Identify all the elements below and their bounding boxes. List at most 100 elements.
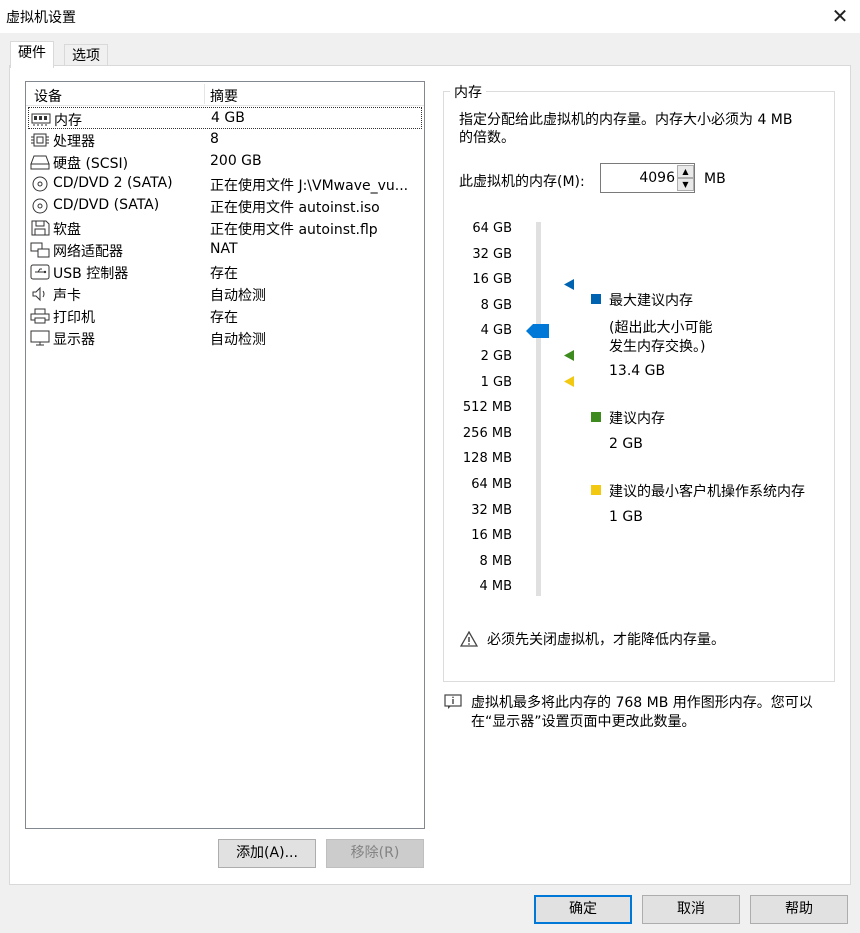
memory-scale-label: 4 GB xyxy=(480,323,512,339)
max-recommended-swatch xyxy=(591,294,601,304)
device-list-header: 设备 摘要 xyxy=(26,82,424,106)
title-bar: 虚拟机设置 ✕ xyxy=(0,0,860,33)
device-name: USB 控制器 xyxy=(53,266,129,282)
device-summary: 4 GB xyxy=(211,110,245,126)
min-guest-marker-icon xyxy=(564,376,574,387)
max-recommended-note-line1: (超出此大小可能 xyxy=(609,320,713,336)
device-summary: 正在使用文件 J:\VMwave_vu... xyxy=(210,178,409,194)
device-summary: 存在 xyxy=(210,266,238,282)
device-row[interactable]: 网络适配器 NAT xyxy=(28,239,422,261)
memory-field-label: 此虚拟机的内存(M): xyxy=(459,174,585,190)
recommended-title: 建议内存 xyxy=(609,411,665,427)
device-name: 处理器 xyxy=(53,134,95,150)
cd-dvd-icon xyxy=(32,198,48,214)
floppy-icon xyxy=(31,220,50,236)
device-summary: 自动检测 xyxy=(210,332,266,348)
warning-icon xyxy=(460,631,478,647)
memory-icon xyxy=(31,113,51,126)
memory-group-label: 内存 xyxy=(450,82,486,102)
memory-description-line2: 的倍数。 xyxy=(459,130,515,146)
memory-scale-label: 2 GB xyxy=(480,349,512,364)
column-divider[interactable] xyxy=(204,84,205,104)
device-row[interactable]: 软盘 正在使用文件 autoinst.flp xyxy=(28,217,422,239)
device-summary: 正在使用文件 autoinst.iso xyxy=(210,200,380,216)
memory-description-line1: 指定分配给此虚拟机的内存量。内存大小必须为 4 MB xyxy=(459,112,793,128)
device-row[interactable]: 内存 4 GB xyxy=(28,107,422,129)
memory-scale-label: 64 GB xyxy=(472,221,512,236)
graphics-memory-info-line1: 虚拟机最多将此内存的 768 MB 用作图形内存。您可以 xyxy=(471,695,813,711)
device-row[interactable]: 声卡 自动检测 xyxy=(28,283,422,305)
memory-scale-label: 4 MB xyxy=(479,579,512,595)
spin-down-icon[interactable]: ▼ xyxy=(677,178,694,191)
memory-scale-label: 16 MB xyxy=(471,528,512,544)
device-name: CD/DVD (SATA) xyxy=(53,197,160,213)
device-row[interactable]: CD/DVD (SATA) 正在使用文件 autoinst.iso xyxy=(28,195,422,217)
tab-hardware[interactable]: 硬件 xyxy=(10,41,54,68)
memory-scale-label: 64 MB xyxy=(471,477,512,492)
column-summary[interactable]: 摘要 xyxy=(210,86,238,106)
window-title: 虚拟机设置 xyxy=(6,10,76,26)
device-summary: 自动检测 xyxy=(210,288,266,304)
remove-device-button[interactable]: 移除(R) xyxy=(326,839,424,868)
memory-slider-thumb[interactable] xyxy=(526,324,550,338)
ok-button[interactable]: 确定 xyxy=(534,895,632,924)
device-summary: 200 GB xyxy=(210,153,262,169)
memory-scale-label: 32 MB xyxy=(471,502,512,518)
add-device-button[interactable]: 添加(A)... xyxy=(218,839,316,868)
graphics-memory-info-line2: 在“显示器”设置页面中更改此数量。 xyxy=(471,714,696,730)
device-name: 网络适配器 xyxy=(53,244,123,260)
memory-unit: MB xyxy=(704,171,726,187)
help-button[interactable]: 帮助 xyxy=(750,895,848,924)
column-device[interactable]: 设备 xyxy=(34,86,62,106)
memory-scale-label: 8 GB xyxy=(480,297,512,313)
memory-warning-text: 必须先关闭虚拟机，才能降低内存量。 xyxy=(487,632,725,648)
device-summary: 存在 xyxy=(210,310,238,326)
min-guest-swatch xyxy=(591,485,601,495)
device-row[interactable]: 显示器 自动检测 xyxy=(28,327,422,349)
recommended-swatch xyxy=(591,412,601,422)
min-guest-value: 1 GB xyxy=(609,509,643,525)
device-row[interactable]: USB 控制器 存在 xyxy=(28,261,422,283)
device-name: CD/DVD 2 (SATA) xyxy=(53,175,173,191)
hard-disk-icon xyxy=(30,155,50,170)
memory-scale-label: 8 MB xyxy=(479,553,512,569)
device-list[interactable]: 设备 摘要 内存 4 GB 处理器 8 硬盘 (SCSI) 200 GB CD/DVD 2 … xyxy=(25,81,425,829)
spin-up-icon[interactable]: ▲ xyxy=(677,165,694,178)
memory-scale-label: 1 GB xyxy=(480,374,512,390)
device-name: 硬盘 (SCSI) xyxy=(53,156,129,172)
min-guest-title: 建议的最小客户机操作系统内存 xyxy=(609,484,805,500)
device-name: 声卡 xyxy=(53,288,81,304)
usb-icon xyxy=(30,264,50,280)
device-row[interactable]: 硬盘 (SCSI) 200 GB xyxy=(28,151,422,173)
device-summary: NAT xyxy=(210,241,238,257)
cancel-button[interactable]: 取消 xyxy=(642,895,740,924)
device-row[interactable]: 处理器 8 xyxy=(28,129,422,151)
memory-scale-label: 32 GB xyxy=(472,246,512,262)
device-name: 软盘 xyxy=(53,222,81,238)
memory-scale-label: 256 MB xyxy=(462,425,512,441)
max-recommended-note-line2: 发生内存交换。) xyxy=(609,339,706,355)
max-recommended-title: 最大建议内存 xyxy=(609,293,693,309)
device-name: 显示器 xyxy=(53,332,95,348)
memory-input[interactable] xyxy=(603,167,675,189)
device-row[interactable]: 打印机 存在 xyxy=(28,305,422,327)
memory-scale-label: 128 MB xyxy=(462,451,512,467)
max-recommended-marker-icon xyxy=(564,279,574,290)
device-row[interactable]: CD/DVD 2 (SATA) 正在使用文件 J:\VMwave_vu... xyxy=(28,173,422,195)
device-name: 内存 xyxy=(54,113,82,129)
device-summary: 正在使用文件 autoinst.flp xyxy=(210,222,378,238)
memory-stepper[interactable]: ▲ ▼ xyxy=(600,163,695,193)
recommended-value: 2 GB xyxy=(609,436,643,452)
speaker-icon xyxy=(32,286,45,302)
memory-slider-track[interactable] xyxy=(536,222,541,596)
memory-scale-label: 16 GB xyxy=(472,272,512,288)
close-icon[interactable]: ✕ xyxy=(826,2,854,30)
network-adapter-icon xyxy=(30,242,50,258)
device-summary: 8 xyxy=(210,131,219,147)
cd-dvd-icon xyxy=(32,176,48,192)
processor-icon xyxy=(31,133,49,147)
max-recommended-value: 13.4 GB xyxy=(609,363,666,379)
recommended-marker-icon xyxy=(564,350,574,361)
device-name: 打印机 xyxy=(53,310,95,326)
memory-scale-label: 512 MB xyxy=(462,400,512,416)
